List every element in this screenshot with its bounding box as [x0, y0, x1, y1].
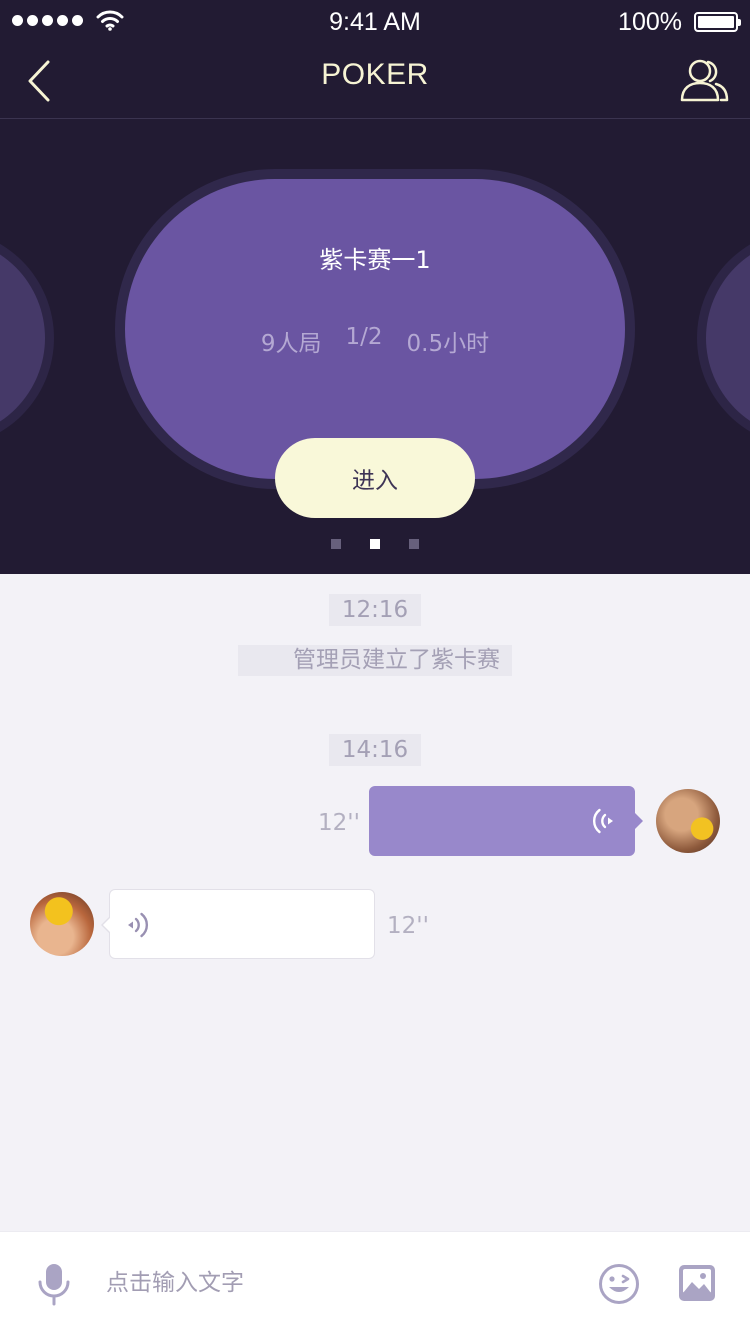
sender-avatar[interactable]	[30, 892, 94, 956]
image-icon[interactable]	[678, 1264, 716, 1302]
page-dot[interactable]	[409, 539, 419, 549]
page-dot[interactable]	[331, 539, 341, 549]
table-name: 紫卡赛一1	[319, 246, 431, 274]
message-text-input[interactable]	[104, 1257, 568, 1309]
battery-icon	[694, 12, 741, 32]
user-avatar[interactable]	[656, 789, 720, 853]
voice-duration: 12''	[387, 913, 429, 939]
page-title: POKER	[321, 58, 429, 91]
members-icon[interactable]	[680, 56, 730, 104]
incoming-voice-message[interactable]	[101, 889, 375, 959]
table-info: 9人局 1/2 0.5小时	[125, 324, 625, 358]
message-input-bar	[0, 1231, 750, 1334]
blinds: 1/2	[345, 324, 383, 350]
outgoing-voice-message[interactable]	[369, 786, 643, 856]
microphone-icon[interactable]	[36, 1262, 72, 1306]
timestamp: 14:16	[329, 734, 421, 766]
next-table-card[interactable]	[706, 238, 750, 438]
voice-wave-icon	[128, 912, 148, 938]
duration: 0.5小时	[406, 331, 490, 357]
previous-table-card[interactable]	[0, 238, 45, 438]
system-message: 管理员建立了紫卡赛	[238, 645, 512, 676]
navigation-bar: POKER	[0, 44, 750, 118]
nav-divider	[0, 118, 750, 119]
page-dot-active[interactable]	[370, 539, 380, 549]
carousel-page-indicator	[0, 539, 750, 549]
battery-percentage: 100%	[618, 8, 682, 36]
header-area: 9:41 AM 100% POKER 紫卡赛一1 9人局 1/2 0.5小时 进…	[0, 0, 750, 574]
voice-wave-icon	[593, 808, 613, 834]
status-bar: 9:41 AM 100%	[0, 0, 750, 44]
emoji-icon[interactable]	[598, 1263, 640, 1305]
enter-button[interactable]: 进入	[275, 438, 475, 518]
timestamp: 12:16	[329, 594, 421, 626]
voice-duration: 12''	[318, 810, 360, 836]
player-count: 9人局	[260, 331, 322, 357]
